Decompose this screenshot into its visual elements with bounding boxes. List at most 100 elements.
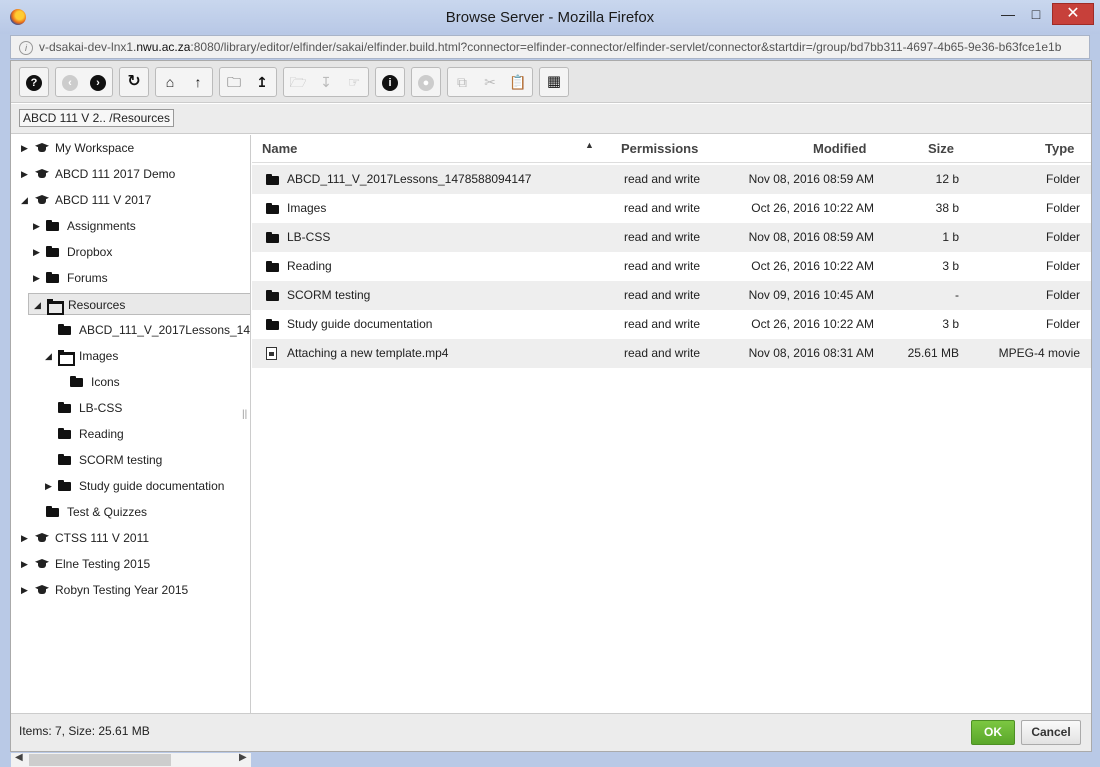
tree-node[interactable]: SCORM testing <box>11 449 250 471</box>
file-row[interactable]: Study guide documentation read and write O… <box>252 310 1091 339</box>
tree-node[interactable]: ▶ Elne Testing 2015 <box>11 553 250 575</box>
column-size-header[interactable]: Size <box>928 141 954 156</box>
upload-icon[interactable]: ↥ <box>251 71 273 93</box>
tree-node[interactable]: Icons <box>11 371 250 393</box>
up-icon[interactable]: ↑ <box>187 71 209 93</box>
site-cap-icon <box>34 142 50 154</box>
minimize-button[interactable]: — <box>994 4 1022 26</box>
info-icon[interactable]: i <box>379 71 401 93</box>
expand-arrow-icon[interactable]: ▶ <box>33 267 43 289</box>
file-type: Folder <box>1045 259 1080 273</box>
ok-button[interactable]: OK <box>971 720 1015 745</box>
file-permissions: read and write <box>624 259 701 273</box>
expand-arrow-icon[interactable]: ▶ <box>33 241 43 263</box>
url-host: nwu.ac.za <box>136 40 191 54</box>
resize-handle-icon[interactable]: || <box>242 409 247 420</box>
file-size: 1 b <box>942 230 959 244</box>
folder-icon <box>46 220 62 232</box>
column-name-header[interactable]: Name <box>262 141 297 156</box>
toolbar-group-history: ‹ › <box>55 67 113 97</box>
expand-arrow-icon[interactable]: ▶ <box>21 553 31 575</box>
collapse-arrow-icon[interactable]: ◢ <box>45 345 55 367</box>
expand-arrow-icon[interactable]: ▶ <box>21 527 31 549</box>
forward-icon[interactable]: › <box>87 71 109 93</box>
file-size: 12 b <box>935 172 959 186</box>
quicklook-icon[interactable]: ● <box>415 71 437 93</box>
tree-node[interactable]: Test & Quizzes <box>11 501 250 523</box>
breadcrumb[interactable]: ABCD 111 V 2.. /Resources <box>19 109 174 127</box>
collapse-arrow-icon[interactable]: ◢ <box>34 294 44 316</box>
expand-arrow-icon[interactable]: ▶ <box>33 215 43 237</box>
tree-horizontal-scrollbar[interactable]: ◀ ▶ <box>11 752 251 767</box>
folder-icon <box>58 428 74 440</box>
file-permissions: read and write <box>624 172 701 186</box>
folder-icon <box>266 203 282 215</box>
help-icon[interactable]: ? <box>23 71 45 93</box>
toolbar-group-nav: ⌂ ↑ <box>155 67 213 97</box>
tree-node[interactable]: ▶ Assignments <box>11 215 250 237</box>
tree-node[interactable]: ▶ Dropbox <box>11 241 250 263</box>
maximize-button[interactable]: □ <box>1022 4 1050 26</box>
cut-icon[interactable]: ✂ <box>479 71 501 93</box>
tree-node[interactable]: ▶ My Workspace <box>11 137 250 159</box>
download-icon[interactable]: ↧ <box>315 71 337 93</box>
tree-node[interactable]: ABCD_111_V_2017Lessons_1478588094147 <box>11 319 250 341</box>
file-row[interactable]: Images read and write Oct 26, 2016 10:22 A… <box>252 194 1091 223</box>
file-permissions: read and write <box>624 317 701 331</box>
view-icon[interactable]: ▦ <box>543 71 565 93</box>
open-icon[interactable]: 🗁 <box>287 71 309 93</box>
toolbar-group-info: i <box>375 67 405 97</box>
tree-node[interactable]: ▶ Forums <box>11 267 250 289</box>
expand-arrow-icon[interactable]: ▶ <box>21 137 31 159</box>
tree-node-label: Assignments <box>67 219 136 233</box>
column-type-header[interactable]: Type <box>1045 141 1074 156</box>
back-icon[interactable]: ‹ <box>59 71 81 93</box>
tree-node[interactable]: ◢ Resources <box>28 293 250 316</box>
expand-arrow-icon[interactable]: ▶ <box>21 163 31 185</box>
tree-node[interactable]: ▶ Robyn Testing Year 2015 <box>11 579 250 601</box>
url-rest: :8080/library/editor/elfinder/sakai/elfi… <box>190 40 1062 54</box>
tree-node[interactable]: LB-CSS <box>11 397 250 419</box>
folder-tree[interactable]: ▶ My Workspace ▶ ABCD 111 2017 Demo ◢ ABCD 11… <box>11 135 251 713</box>
collapse-arrow-icon[interactable]: ◢ <box>21 189 31 211</box>
scroll-right-icon[interactable]: ▶ <box>239 752 247 763</box>
column-permissions-header[interactable]: Permissions <box>621 141 698 156</box>
file-type: Folder <box>1045 317 1080 331</box>
scroll-left-icon[interactable]: ◀ <box>15 752 23 763</box>
file-row[interactable]: SCORM testing read and write Nov 09, 2016 … <box>252 281 1091 310</box>
tree-node[interactable]: ▶ ABCD 111 2017 Demo <box>11 163 250 185</box>
getfile-icon[interactable]: ☞ <box>343 71 365 93</box>
reload-icon[interactable]: ↻ <box>123 71 145 93</box>
copy-icon[interactable]: ⧉ <box>451 71 473 93</box>
scroll-thumb[interactable] <box>29 754 171 766</box>
file-row[interactable]: ABCD_111_V_2017Lessons_1478588094147 read… <box>252 165 1091 194</box>
tree-node-label: Dropbox <box>67 245 113 259</box>
tree-node[interactable]: ◢ ABCD 111 V 2017 <box>11 189 250 211</box>
file-name: Reading <box>287 259 332 273</box>
file-row[interactable]: Reading read and write Oct 26, 2016 10:22 … <box>252 252 1091 281</box>
site-info-icon[interactable]: i <box>19 40 33 55</box>
paste-icon[interactable]: 📋 <box>507 71 529 93</box>
tree-node[interactable]: ◢ Images <box>11 345 250 367</box>
tree-node-label: CTSS 111 V 2011 <box>55 531 150 545</box>
new-folder-icon[interactable]: 🗀 <box>223 71 245 93</box>
file-type: MPEG-4 movie <box>998 346 1080 360</box>
column-modified-header[interactable]: Modified <box>813 141 866 156</box>
tree-node-label: Study guide documentation <box>79 479 225 493</box>
tree-node-label: Forums <box>67 271 108 285</box>
url-bar[interactable]: i v-dsakai-dev-lnx1.nwu.ac.za:8080/librar… <box>10 35 1090 59</box>
expand-arrow-icon[interactable]: ▶ <box>45 475 55 497</box>
tree-node[interactable]: ▶ CTSS 111 V 2011 <box>11 527 250 549</box>
folder-icon <box>46 272 62 284</box>
file-row[interactable]: LB-CSS read and write Nov 08, 2016 08:59 A… <box>252 223 1091 252</box>
file-permissions: read and write <box>624 288 701 302</box>
tree-node[interactable]: ▶ Study guide documentation <box>11 475 250 497</box>
cancel-button[interactable]: Cancel <box>1021 720 1081 745</box>
folder-icon <box>70 376 86 388</box>
tree-node-label: Elne Testing 2015 <box>55 557 151 571</box>
file-row[interactable]: Attaching a new template.mp4 read and wri… <box>252 339 1091 368</box>
tree-node[interactable]: Reading <box>11 423 250 445</box>
home-icon[interactable]: ⌂ <box>159 71 181 93</box>
close-window-button[interactable]: ✕ <box>1052 3 1094 25</box>
expand-arrow-icon[interactable]: ▶ <box>21 579 31 601</box>
